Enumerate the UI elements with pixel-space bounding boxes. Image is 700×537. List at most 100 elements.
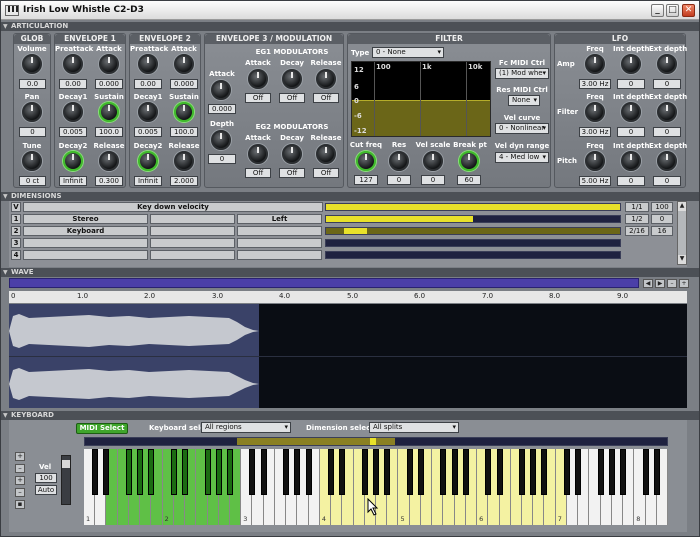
dimension-split[interactable] [237,250,322,260]
env1-sustain-knob[interactable] [99,102,119,122]
lfo-amp-ext-depth-value[interactable]: 0 [653,79,681,89]
transpose-down-button[interactable]: – [15,488,25,497]
dimension-type[interactable] [23,250,148,260]
piano-black-key[interactable] [451,449,458,495]
piano-black-key[interactable] [417,449,424,495]
dimension-split[interactable] [237,226,322,236]
env1-decay2-value[interactable]: Infinit [59,176,87,186]
env2-release-knob[interactable] [174,151,194,171]
velocity-slider-handle[interactable] [62,460,70,468]
piano-black-key[interactable] [182,449,189,495]
piano-black-key[interactable] [462,449,469,495]
time-ruler[interactable]: 0 1.0 2.0 3.0 4.0 5.0 6.0 7.0 8.0 9.0 [9,291,687,303]
eg2-release-knob[interactable] [316,144,336,164]
env3-depth-value[interactable]: 0 [208,154,236,164]
lfo-filter-int-depth-knob[interactable] [621,102,641,122]
volume-value[interactable]: 0.0 [19,79,46,89]
eg2-attack-value[interactable]: Off [245,168,271,178]
dimension-param[interactable] [150,250,235,260]
dimension-split-bar[interactable] [325,251,621,259]
dimension-type[interactable] [23,238,148,248]
env1-release-value[interactable]: 0.300 [95,176,123,186]
waveform-view[interactable] [9,304,687,408]
octave-down-button[interactable]: – [15,464,25,473]
velocity-auto-button[interactable]: Auto [35,485,57,495]
piano-black-key[interactable] [305,449,312,495]
lfo-amp-freq-value[interactable]: 3.00 Hz [579,79,611,89]
dimensions-scrollbar[interactable]: ▲ ▼ [677,201,687,265]
piano-black-key[interactable] [608,449,615,495]
env3-attack-knob[interactable] [211,80,231,100]
midi-select-button[interactable]: MIDI Select [76,423,128,434]
dimension-split-bar[interactable] [325,239,621,247]
keyboard-header[interactable]: ▼ KEYBOARD [1,411,699,420]
piano-black-key[interactable] [373,449,379,495]
eg2-decay-value[interactable]: Off [279,168,305,178]
lfo-filter-int-depth-value[interactable]: 0 [617,127,645,137]
zoom-in-icon[interactable]: + [679,279,689,288]
res-midi-ctrl-dropdown[interactable]: None [508,95,540,106]
lfo-filter-ext-depth-knob[interactable] [657,102,677,122]
dimension-param[interactable] [150,238,235,248]
octave-up-button[interactable]: + [15,452,25,461]
dimension-split-bar[interactable] [325,227,621,235]
zoom-button[interactable]: ▪ [15,500,25,509]
eg1-attack-value[interactable]: Off [245,93,271,103]
env2-sustain-value[interactable]: 100.0 [170,127,198,137]
piano-black-key[interactable] [642,449,649,495]
eg1-release-knob[interactable] [316,69,336,89]
env2-preattack-value[interactable]: 0.00 [134,79,162,89]
env1-preattack-value[interactable]: 0.00 [59,79,87,89]
dimension-source[interactable]: Key down velocity [23,202,323,212]
dimension-index[interactable]: 3 [11,238,21,248]
dimension-split-index[interactable]: 1/1 [625,202,649,212]
lfo-pitch-int-depth-value[interactable]: 0 [617,176,645,186]
env2-release-value[interactable]: 2.000 [170,176,198,186]
wave-overview-bar[interactable] [9,278,639,288]
env1-sustain-value[interactable]: 100.0 [95,127,123,137]
velocity-value[interactable]: 100 [35,473,57,483]
piano-black-key[interactable] [294,449,301,495]
scroll-up-icon[interactable]: ▲ [678,202,686,211]
velocity-slider[interactable] [61,455,71,505]
tune-knob[interactable] [22,151,42,171]
eg1-release-value[interactable]: Off [313,93,339,103]
cutfreq-knob[interactable] [356,151,376,171]
eg2-decay-knob[interactable] [282,144,302,164]
dimension-split-value[interactable]: 16 [651,226,673,236]
pan-value[interactable]: 0 [19,127,46,137]
piano-black-key[interactable] [92,449,99,495]
res-knob[interactable] [389,151,409,171]
lfo-filter-freq-value[interactable]: 3.00 Hz [579,127,611,137]
lfo-amp-freq-knob[interactable] [585,54,605,74]
velscale-value[interactable]: 0 [421,175,445,185]
piano-black-key[interactable] [125,449,132,495]
env2-decay2-value[interactable]: Infinit [134,176,162,186]
piano-black-key[interactable] [575,449,582,495]
piano-black-key[interactable] [530,449,537,495]
lfo-amp-ext-depth-knob[interactable] [657,54,677,74]
piano-black-key[interactable] [227,449,233,495]
piano-black-key[interactable] [620,449,627,495]
filter-response-graph[interactable]: 12 6 0 -6 -12 100 1k 10k [351,61,491,137]
lfo-pitch-ext-depth-value[interactable]: 0 [653,176,681,186]
lfo-pitch-int-depth-knob[interactable] [621,151,641,171]
breakpt-knob[interactable] [459,151,479,171]
piano-black-key[interactable] [249,449,256,495]
piano-black-key[interactable] [283,449,290,495]
piano-black-key[interactable] [541,449,548,495]
dimension-split-index[interactable]: 1/2 [625,214,649,224]
transpose-up-button[interactable]: + [15,476,25,485]
breakpt-value[interactable]: 60 [457,175,481,185]
dimension-index[interactable]: 2 [11,226,21,236]
piano-black-key[interactable] [215,449,222,495]
volume-knob[interactable] [22,54,42,74]
piano-black-key[interactable] [103,449,110,495]
env1-decay2-knob[interactable] [63,151,83,171]
env1-attack-knob[interactable] [99,54,119,74]
lfo-pitch-freq-value[interactable]: 5.00 Hz [579,176,611,186]
piano-black-key[interactable] [406,449,413,495]
dimension-param[interactable] [150,226,235,236]
eg1-decay-value[interactable]: Off [279,93,305,103]
eg1-decay-knob[interactable] [282,69,302,89]
